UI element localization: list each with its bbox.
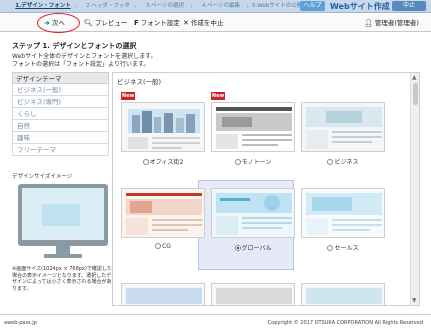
theme-thumbnail[interactable] <box>301 102 385 152</box>
theme-option[interactable]: ビジネス <box>301 157 385 166</box>
footer-site: aweb-pass.jp <box>4 320 37 326</box>
footer: aweb-pass.jp Copyright © 2017 OTSUKA COR… <box>0 314 431 334</box>
theme-option[interactable]: モノトーン <box>211 157 295 166</box>
monotone-thumbnail <box>212 103 294 151</box>
theme-option[interactable]: グローバル <box>211 243 295 252</box>
instruction-line: フォントの選択は「フォント設定」より行います。 <box>12 61 150 68</box>
theme-category-living[interactable]: くらし <box>12 108 109 120</box>
theme-thumbnail[interactable] <box>211 188 295 238</box>
monitor-neck <box>56 246 70 254</box>
theme-category-business-pro[interactable]: ビジネス(専門) <box>12 96 109 108</box>
theme-label: ビジネス <box>334 159 359 166</box>
step-2-tab[interactable]: 2.ヘッダ・フッタ <box>82 1 134 12</box>
size-note: ※画面サイズ(1024px × 768px)で確認した場合の表示イメージとなりま… <box>12 266 112 292</box>
monitor-base <box>44 254 82 258</box>
new-badge: New <box>211 92 225 100</box>
radio-button[interactable] <box>142 159 149 165</box>
radio-button-checked[interactable] <box>234 245 241 251</box>
theme-thumbnail[interactable] <box>121 102 205 152</box>
help-button[interactable]: ヘルプ <box>300 1 325 11</box>
font-settings-label: フォント設定 <box>140 19 180 27</box>
user-icon: 👤︎ <box>364 19 373 27</box>
monitor-display <box>22 188 104 240</box>
step-1-tab[interactable]: 1.デザイン・フォント <box>12 1 74 12</box>
font-icon: F <box>134 19 139 27</box>
theme-label: グローバル <box>241 245 272 252</box>
theme-category-free[interactable]: フリーテーマ <box>12 144 109 156</box>
theme-thumbnail-image <box>302 284 384 305</box>
step-separator: › <box>190 2 194 11</box>
sales-thumbnail <box>302 189 384 237</box>
theme-category-hobby[interactable]: 趣味 <box>12 132 109 144</box>
step-separator: › <box>74 2 78 11</box>
page-title: ステップ 1. デザインとフォントの選択 <box>12 42 137 50</box>
theme-label: モノトーン <box>241 159 272 166</box>
scroll-down-icon[interactable]: ▼ <box>412 297 417 304</box>
step-bar: 1.デザイン・フォント › 2.ヘッダ・フッタ › 3.ページの選択 › 4.ペ… <box>0 0 431 13</box>
radio-button[interactable] <box>327 159 334 165</box>
radio-button[interactable] <box>327 245 334 251</box>
step-5-tab[interactable]: 5.Webサイトの公開 <box>252 1 300 12</box>
step-separator: › <box>134 2 138 11</box>
vertical-scrollbar[interactable]: ▲ ▼ <box>410 73 419 305</box>
step-separator: › <box>246 2 250 11</box>
office-city-thumbnail <box>122 103 204 151</box>
theme-label: セールス <box>334 245 359 252</box>
monitor-content-area <box>42 204 80 226</box>
magnifier-icon: 🔍︎ <box>84 19 93 27</box>
cg-thumbnail <box>122 189 204 237</box>
theme-option[interactable]: オフィス街2 <box>121 157 205 166</box>
scroll-up-icon[interactable]: ▲ <box>412 74 417 81</box>
radio-button[interactable] <box>234 159 241 165</box>
theme-thumbnail[interactable] <box>301 283 385 305</box>
theme-panel: ビジネス(一般) New オフィス街2 New モノトーン ビジネス CG グロ… <box>112 72 420 306</box>
instruction-line: Webサイト全体のデザインとフォントを選択します。 <box>12 53 157 60</box>
theme-thumbnail[interactable] <box>211 102 295 152</box>
app-title: Webサイト作成 <box>330 2 390 11</box>
global-thumbnail <box>212 189 294 237</box>
close-icon: ✕ <box>183 19 189 27</box>
theme-label: オフィス街2 <box>149 159 184 166</box>
footer-copyright: Copyright © 2017 OTSUKA CORPORATION All … <box>267 320 423 326</box>
theme-category-nature[interactable]: 自然 <box>12 120 109 132</box>
theme-category-business-general[interactable]: ビジネス(一般) <box>12 84 109 96</box>
step-4-tab[interactable]: 4.ページの編集 <box>196 1 246 12</box>
monitor-preview <box>18 184 108 260</box>
radio-button[interactable] <box>155 243 162 249</box>
theme-thumbnail[interactable] <box>301 188 385 238</box>
cancel-creation-button[interactable]: ✕ 作成を中止 <box>183 16 223 30</box>
theme-thumbnail-image <box>212 284 294 305</box>
theme-label: CG <box>162 243 171 250</box>
theme-sidebar: デザインテーマ ビジネス(一般) ビジネス(専門) くらし 自然 趣味 フリーテ… <box>12 72 109 156</box>
abort-button[interactable]: 中止 <box>392 1 426 11</box>
preview-label: プレビュー <box>94 19 128 27</box>
theme-thumbnail[interactable] <box>121 283 205 305</box>
design-size-label: デザインサイズイメージ <box>12 174 73 180</box>
theme-thumbnail[interactable] <box>121 188 205 238</box>
theme-sidebar-title: デザインテーマ <box>12 72 109 84</box>
business-thumbnail <box>302 103 384 151</box>
instructions: Webサイト全体のデザインとフォントを選択します。 フォントの選択は「フォント設… <box>12 53 156 69</box>
monitor-screen <box>18 184 108 246</box>
step-3-tab[interactable]: 3.ページの選択 <box>140 1 190 12</box>
cancel-creation-label: 作成を中止 <box>190 19 224 27</box>
scroll-thumb[interactable] <box>413 83 418 105</box>
font-settings-button[interactable]: F フォント設定 <box>134 16 180 30</box>
theme-panel-title: ビジネス(一般) <box>117 78 162 86</box>
preview-button[interactable]: 🔍︎ プレビュー <box>84 16 127 30</box>
next-highlight-ring <box>37 13 80 33</box>
theme-thumbnail[interactable] <box>211 283 295 305</box>
theme-thumbnail-image <box>122 284 204 305</box>
new-badge: New <box>121 92 135 100</box>
user-label: 管理者(管理者) <box>374 19 419 27</box>
theme-option[interactable]: CG <box>121 243 205 250</box>
user-menu[interactable]: 👤︎ 管理者(管理者) <box>364 16 419 30</box>
theme-option[interactable]: セールス <box>301 243 385 252</box>
